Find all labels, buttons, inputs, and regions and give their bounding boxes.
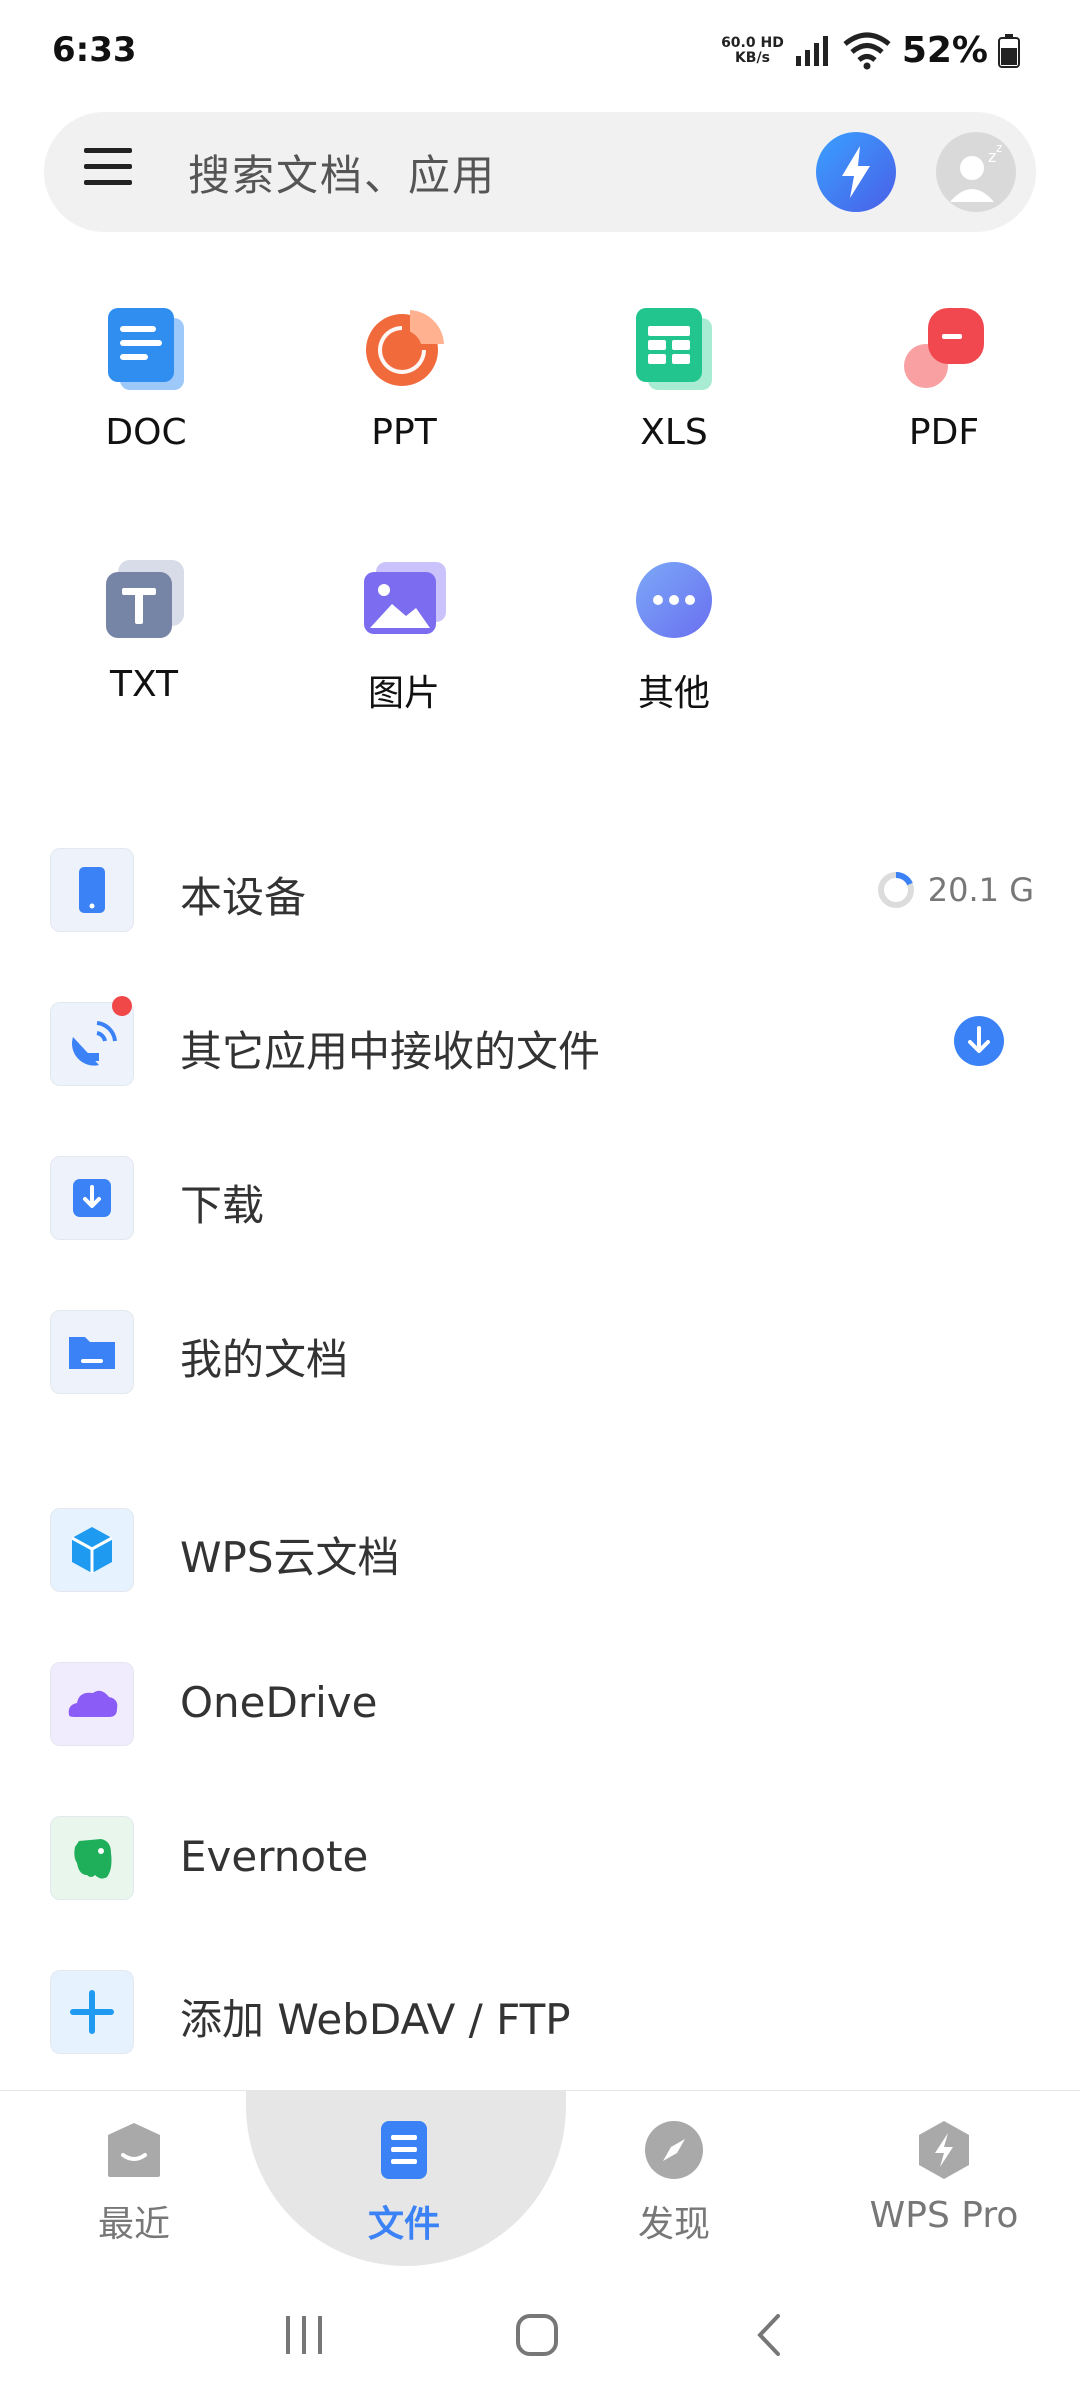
- file-icon: [381, 2121, 427, 2179]
- list-item-label: 下载: [180, 1181, 265, 1230]
- category-label: TXT: [109, 664, 178, 705]
- pdf-icon: [898, 302, 990, 394]
- storage-size: 20.1 G: [927, 871, 1034, 909]
- list-item-label: 其它应用中接收的文件: [180, 1027, 601, 1076]
- category-label: 图片: [367, 673, 440, 714]
- download-icon: [50, 1156, 134, 1240]
- ppt-icon: [358, 302, 450, 394]
- recents-icon[interactable]: [280, 2310, 330, 2360]
- download-badge-icon[interactable]: [952, 1014, 1006, 1068]
- category-label: 其他: [637, 673, 710, 714]
- cube-icon: [50, 1508, 134, 1592]
- phone-icon: [50, 848, 134, 932]
- list-item-add-webdav[interactable]: 添加 WebDAV / FTP: [0, 1956, 1080, 2066]
- wifi-icon: [843, 32, 891, 69]
- battery-percent: 52%: [901, 30, 988, 71]
- category-label: PPT: [371, 412, 437, 453]
- onedrive-icon: [50, 1662, 134, 1746]
- tab-discover[interactable]: 发现: [574, 2119, 774, 2247]
- list-item-device[interactable]: 本设备 20.1 G: [0, 834, 1080, 944]
- avatar[interactable]: z z: [936, 132, 1016, 212]
- battery-icon: [998, 33, 1020, 68]
- back-icon[interactable]: [746, 2310, 796, 2360]
- avatar-icon: z z: [950, 141, 1002, 202]
- menu-icon[interactable]: [84, 148, 132, 196]
- category-other[interactable]: 其他: [574, 554, 774, 716]
- lightning-icon: [842, 146, 870, 198]
- network-speed: 60.0 HD KB/s: [721, 34, 784, 66]
- list-item-received[interactable]: 其它应用中接收的文件: [0, 988, 1080, 1098]
- tab-files[interactable]: 文件: [304, 2119, 504, 2247]
- svg-text:z: z: [996, 141, 1002, 155]
- list-item-label: WPS云文档: [180, 1533, 400, 1582]
- list-item-my-documents[interactable]: 我的文档: [0, 1296, 1080, 1406]
- wps-pro-icon: [919, 2121, 969, 2179]
- lightning-button[interactable]: [816, 132, 896, 212]
- bottom-nav: 最近 文件 发现 WPS Pro: [0, 2090, 1080, 2271]
- status-bar: 6:33 60.0 HD KB/s 52%: [0, 0, 1080, 110]
- list-item-onedrive[interactable]: OneDrive: [0, 1648, 1080, 1758]
- tab-recent[interactable]: 最近: [34, 2119, 234, 2247]
- category-label: DOC: [105, 412, 187, 453]
- folder-icon: [50, 1310, 134, 1394]
- home-icon[interactable]: [512, 2310, 562, 2360]
- list-item-label: 本设备: [180, 873, 307, 922]
- status-icons: 60.0 HD KB/s 52%: [721, 30, 1020, 71]
- system-nav-bar: [0, 2270, 1080, 2400]
- category-pdf[interactable]: PDF: [844, 302, 1044, 453]
- list-item-label: OneDrive: [180, 1678, 378, 1727]
- notification-dot: [112, 996, 132, 1016]
- storage-ring-icon: [877, 872, 914, 908]
- list-item-wps-cloud[interactable]: WPS云文档: [0, 1494, 1080, 1604]
- tab-label: 文件: [367, 2204, 440, 2245]
- category-txt[interactable]: TXT: [44, 554, 244, 705]
- search-bar[interactable]: 搜索文档、应用 z z: [44, 112, 1036, 232]
- more-icon: [628, 554, 720, 646]
- list-item-evernote[interactable]: Evernote: [0, 1802, 1080, 1912]
- image-icon: [358, 554, 450, 646]
- signal-icon: [795, 35, 828, 66]
- evernote-icon: [50, 1816, 134, 1900]
- storage-indicator: 20.1 G: [876, 870, 1034, 910]
- compass-icon: [645, 2121, 703, 2179]
- category-label: XLS: [640, 412, 708, 453]
- category-xls[interactable]: XLS: [574, 302, 774, 453]
- search-input[interactable]: 搜索文档、应用: [188, 142, 496, 203]
- category-image[interactable]: 图片: [304, 554, 504, 716]
- tab-label: 最近: [97, 2204, 170, 2245]
- list-item-label: 添加 WebDAV / FTP: [180, 1995, 571, 2044]
- tab-wps-pro[interactable]: WPS Pro: [844, 2119, 1044, 2236]
- category-label: PDF: [908, 412, 980, 453]
- tab-label: 发现: [637, 2204, 710, 2245]
- doc-icon: [100, 302, 192, 394]
- xls-icon: [628, 302, 720, 394]
- recent-icon: [108, 2123, 160, 2177]
- category-ppt[interactable]: PPT: [304, 302, 504, 453]
- txt-icon: [98, 554, 190, 646]
- list-item-download[interactable]: 下载: [0, 1142, 1080, 1252]
- tab-label: WPS Pro: [869, 2195, 1019, 2236]
- plus-icon: [50, 1970, 134, 2054]
- category-doc[interactable]: DOC: [46, 302, 246, 453]
- list-item-label: 我的文档: [180, 1335, 349, 1384]
- status-time: 6:33: [52, 30, 137, 70]
- list-item-label: Evernote: [180, 1832, 369, 1881]
